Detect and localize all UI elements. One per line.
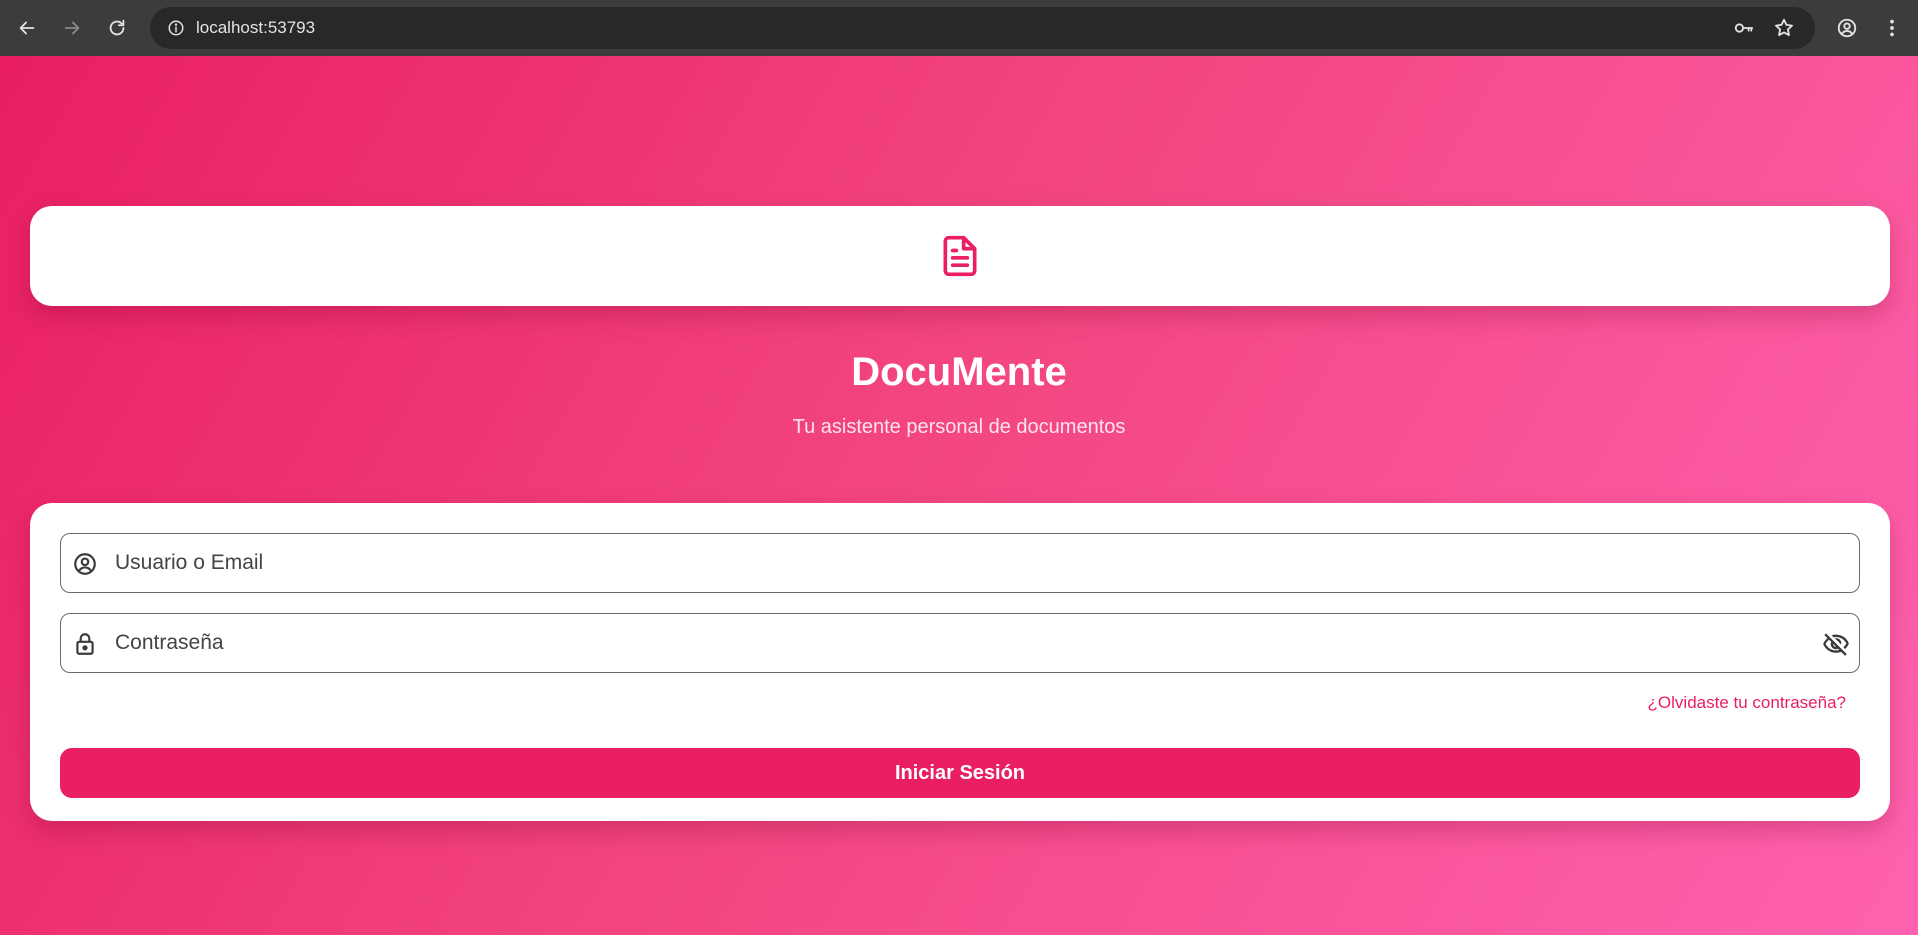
login-form-card: ¿Olvidaste tu contraseña? Iniciar Sesión — [30, 503, 1890, 821]
lock-icon — [71, 630, 99, 658]
reload-button[interactable] — [99, 10, 135, 46]
profile-button[interactable] — [1829, 10, 1865, 46]
document-icon — [938, 234, 982, 278]
address-bar[interactable]: localhost:53793 — [150, 7, 1815, 49]
app-subtitle: Tu asistente personal de documentos — [792, 416, 1126, 438]
star-icon — [1775, 18, 1793, 36]
url-text[interactable]: localhost:53793 — [196, 18, 315, 38]
browser-toolbar: localhost:53793 — [0, 0, 1918, 56]
site-info-button[interactable] — [160, 12, 192, 44]
username-field[interactable] — [60, 533, 1860, 593]
login-page: DocuMente Tu asistente personal de docum… — [0, 56, 1918, 935]
reload-icon — [109, 19, 125, 36]
arrow-right-icon — [64, 21, 80, 35]
password-manager-button[interactable] — [1730, 14, 1758, 42]
app-title: DocuMente — [851, 350, 1067, 394]
account-circle-icon — [1837, 18, 1857, 38]
bookmark-button[interactable] — [1770, 14, 1798, 42]
info-icon — [168, 20, 184, 36]
username-input[interactable] — [115, 534, 1795, 591]
logo-card — [30, 206, 1890, 306]
more-vert-icon — [1890, 19, 1894, 37]
forgot-password-link[interactable]: ¿Olvidaste tu contraseña? — [1648, 693, 1846, 713]
password-field[interactable] — [60, 613, 1860, 673]
visibility-off-icon[interactable] — [1821, 629, 1851, 659]
forward-button[interactable] — [54, 10, 90, 46]
key-icon — [1734, 23, 1754, 33]
back-button[interactable] — [9, 10, 45, 46]
login-button[interactable]: Iniciar Sesión — [60, 748, 1860, 798]
password-input[interactable] — [115, 614, 1795, 671]
browser-menu-button[interactable] — [1874, 10, 1910, 46]
arrow-left-icon — [19, 21, 35, 35]
account-circle-icon — [71, 550, 99, 578]
